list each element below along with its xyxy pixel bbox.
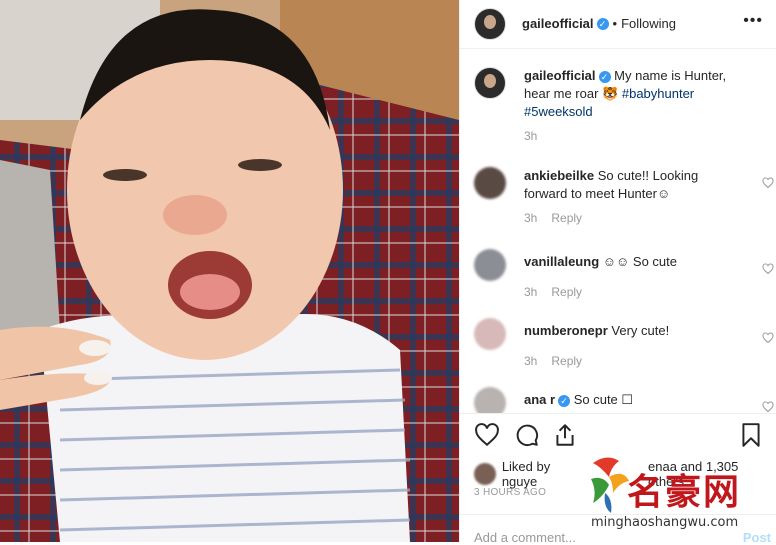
comment-text: Very cute! [611, 323, 670, 338]
add-comment-input[interactable]: Add a comment... [474, 530, 576, 545]
comment-username[interactable]: ankiebeilke [524, 168, 594, 183]
comment-bubble-icon[interactable] [514, 422, 540, 448]
baby-photo-illustration [0, 0, 459, 542]
comment-text: So cute ☐ [573, 392, 634, 407]
comment-time[interactable]: 3h [524, 285, 537, 299]
site-watermark: 名豪网 minghaoshangwu.com [583, 453, 773, 541]
reply-button[interactable]: Reply [551, 354, 582, 368]
like-comment-heart-icon[interactable] [762, 177, 774, 189]
comment-username[interactable]: numberonepr [524, 323, 608, 338]
bookmark-icon[interactable] [738, 422, 764, 448]
avatar[interactable] [474, 8, 506, 40]
likes-text: Liked by nguye [501, 459, 551, 489]
reply-button[interactable]: Reply [551, 211, 582, 225]
hashtag-babyhunter[interactable]: #babyhunter [622, 86, 694, 101]
tiger-emoji-icon: 🐯 [602, 86, 619, 101]
more-options-icon[interactable]: ••• [743, 12, 763, 30]
header-user-line: gaileofficial ✓ • Following [522, 15, 676, 33]
post-timestamp[interactable]: 3 HOURS AGO [474, 487, 546, 498]
comment-text: ☺☺ So cute [602, 254, 678, 269]
action-icons [474, 422, 764, 452]
comment-username[interactable]: ana r [524, 392, 555, 407]
watermark-logo-icon [591, 457, 629, 513]
post-header: gaileofficial ✓ • Following ••• [460, 0, 776, 49]
post-photo[interactable] [0, 0, 459, 542]
verified-badge-icon: ✓ [558, 394, 571, 407]
comment-time[interactable]: 3h [524, 211, 537, 225]
share-icon[interactable] [552, 422, 578, 448]
comment-time[interactable]: 3h [524, 354, 537, 368]
like-heart-icon[interactable] [474, 422, 500, 448]
like-comment-heart-icon[interactable] [762, 332, 774, 344]
commenter-avatar[interactable] [474, 387, 506, 413]
hashtag-5weeksold[interactable]: #5weeksold [524, 104, 593, 119]
caption-avatar[interactable] [474, 67, 506, 99]
post-username[interactable]: gaileofficial [522, 16, 594, 31]
liker-avatar[interactable] [474, 463, 496, 485]
comments-list[interactable]: gaileofficial ✓ My name is Hunter, hear m… [460, 49, 776, 413]
watermark-text: 名豪网 [627, 472, 742, 513]
commenter-avatar[interactable] [474, 318, 506, 350]
commenter-avatar[interactable] [474, 249, 506, 281]
verified-badge-icon: ✓ [598, 70, 611, 83]
like-comment-heart-icon[interactable] [762, 263, 774, 275]
caption-time[interactable]: 3h [524, 129, 537, 143]
reply-button[interactable]: Reply [551, 285, 582, 299]
like-comment-heart-icon[interactable] [762, 401, 774, 413]
watermark-url: minghaoshangwu.com [591, 515, 739, 530]
separator-dot: • [612, 16, 618, 31]
commenter-avatar[interactable] [474, 167, 506, 199]
following-button[interactable]: Following [621, 16, 676, 31]
caption-username[interactable]: gaileofficial [524, 68, 596, 83]
comment-username[interactable]: vanillaleung [524, 254, 599, 269]
verified-badge-icon: ✓ [596, 17, 609, 30]
